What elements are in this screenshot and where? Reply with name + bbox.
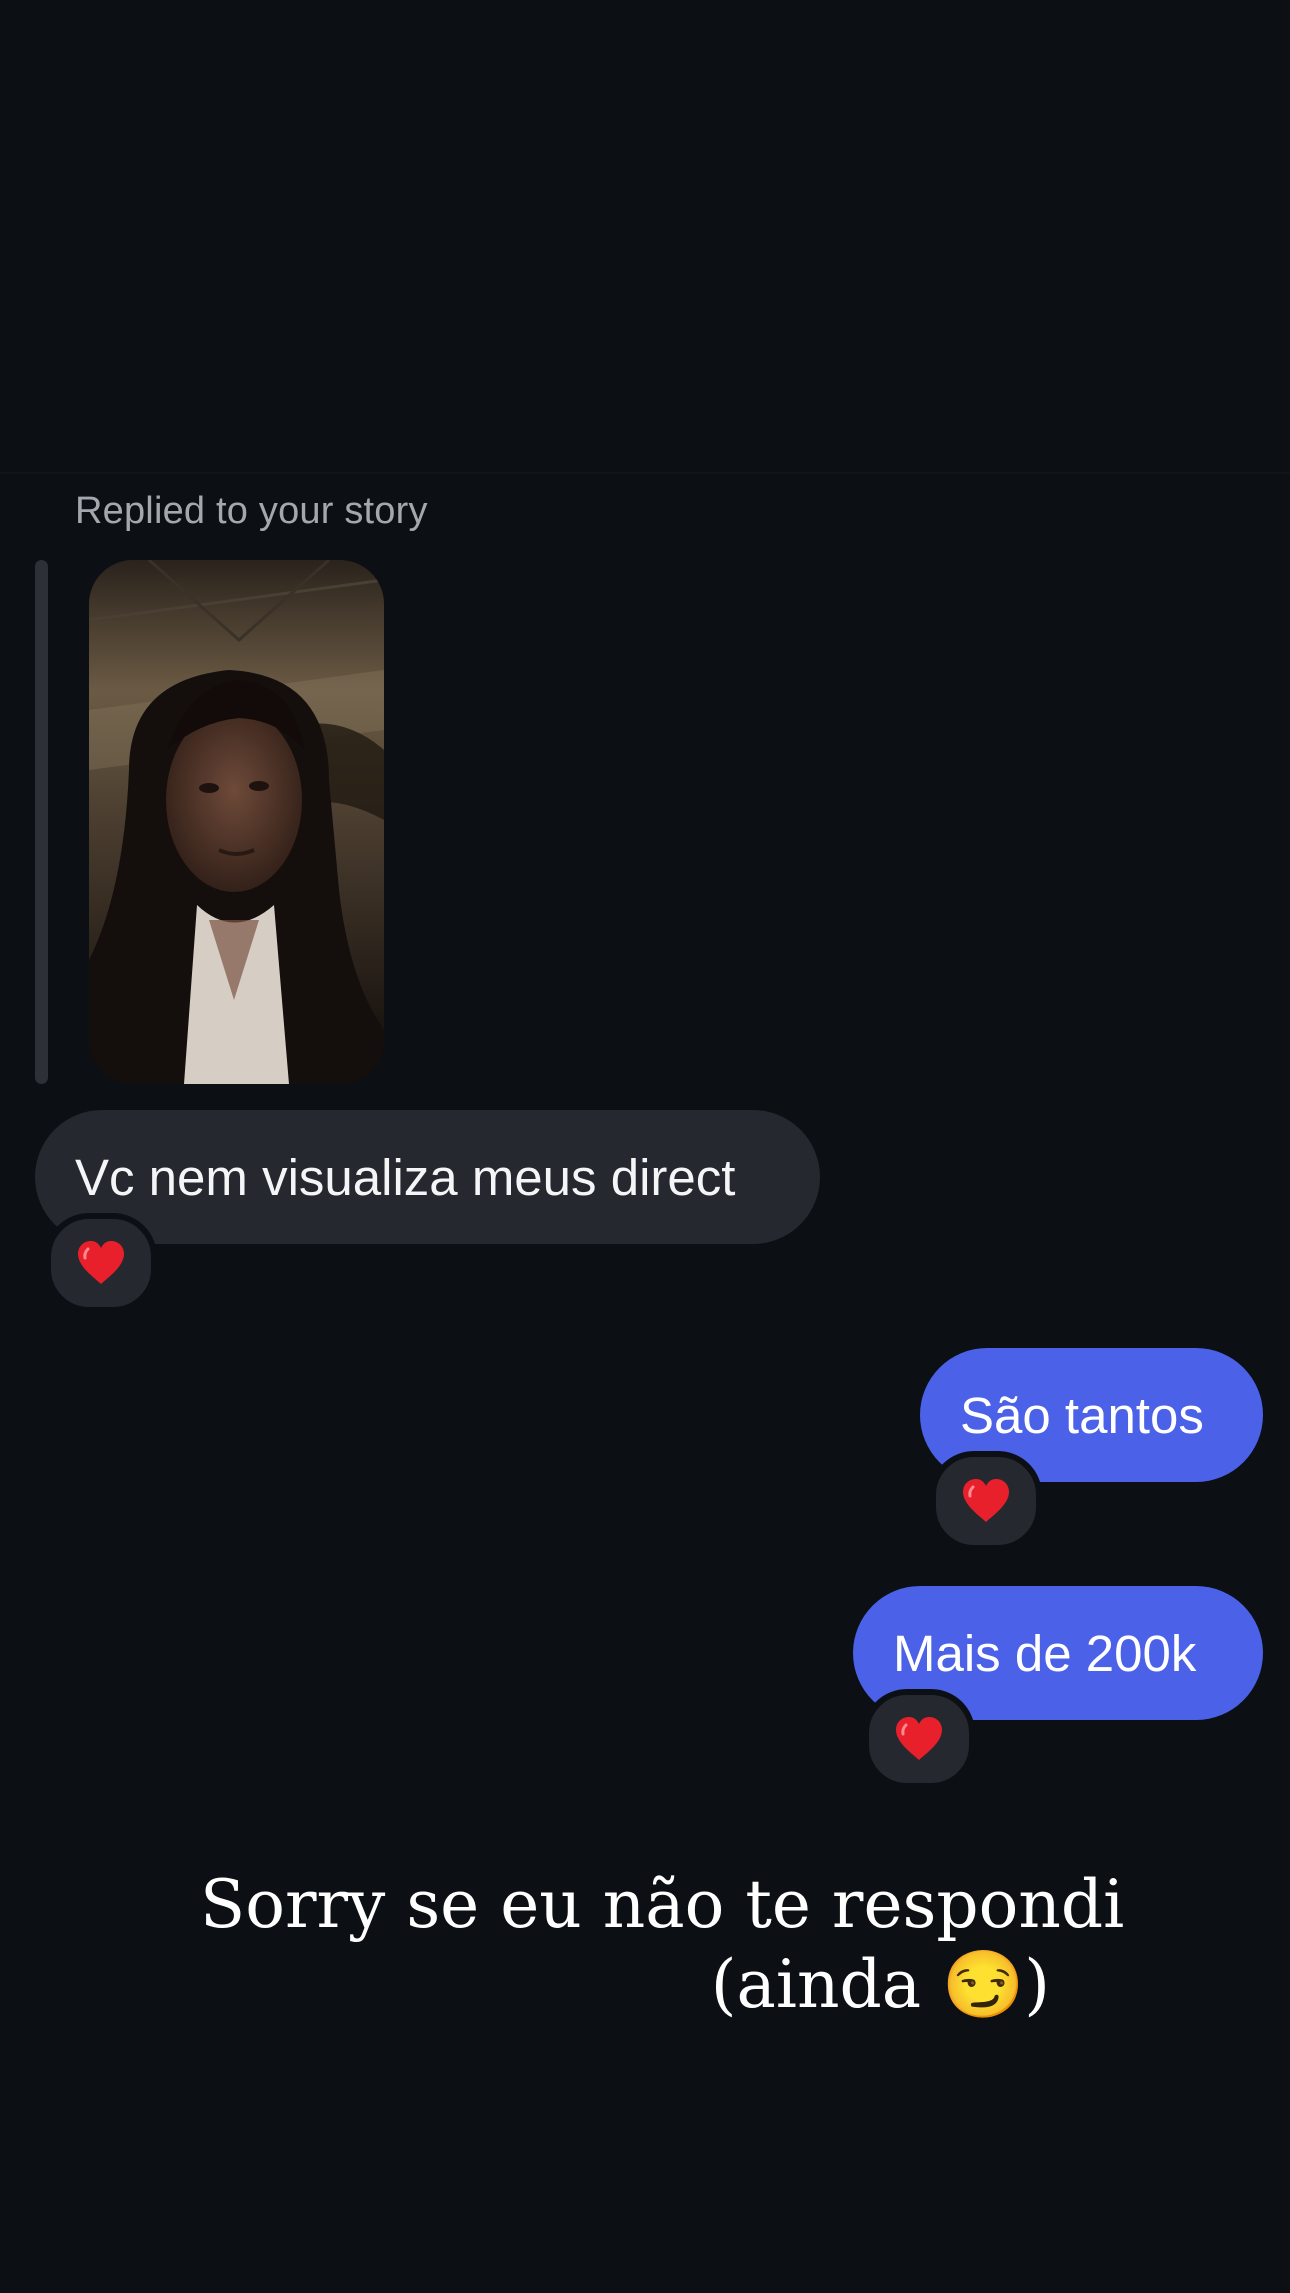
heart-reaction[interactable] (863, 1689, 975, 1789)
caption-line-2: (ainda 😏) (710, 1946, 1050, 2023)
heart-reaction[interactable] (45, 1213, 157, 1313)
heart-icon (963, 1479, 1009, 1522)
heart-icon (78, 1241, 124, 1284)
reply-quote-bar (35, 560, 48, 1084)
incoming-message[interactable]: Vc nem visualiza meus direct (35, 1110, 820, 1244)
divider (0, 472, 1290, 474)
heart-reaction[interactable] (930, 1451, 1042, 1551)
heart-icon (896, 1717, 942, 1760)
replied-to-story-label: Replied to your story (75, 490, 428, 532)
story-top-area (0, 0, 1290, 472)
story-thumbnail[interactable] (89, 560, 384, 1084)
story-photo (89, 560, 384, 1084)
caption-line-1: Sorry se eu não te respondi (200, 1866, 1125, 1943)
story-caption: Sorry se eu não te respondi (ainda 😏) (200, 1865, 1125, 2025)
